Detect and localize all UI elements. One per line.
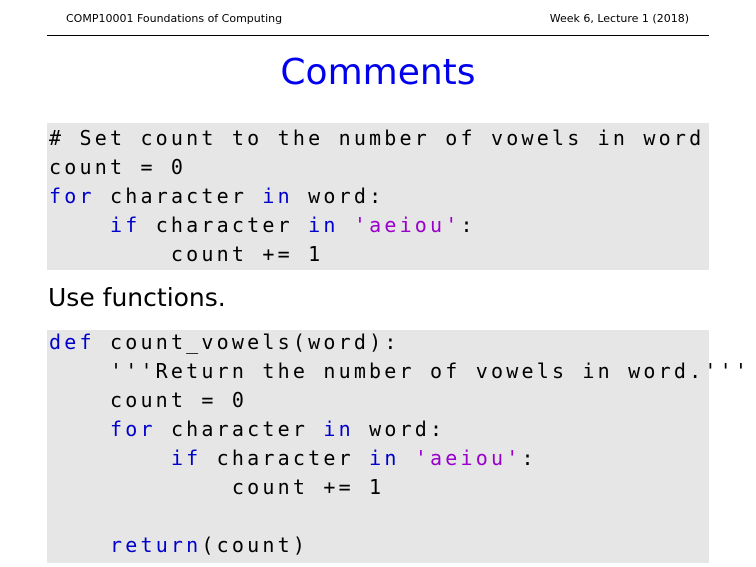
code-text: (count) xyxy=(201,533,309,557)
code-block-comments: # Set count to the number of vowels in w… xyxy=(47,123,709,270)
code-text: : xyxy=(521,446,537,470)
code-line: count += 1 xyxy=(49,473,384,502)
code-string: 'aeiou' xyxy=(353,213,461,237)
code-keyword: in xyxy=(262,184,293,208)
course-name: COMP10001 Foundations of Computing xyxy=(66,12,283,25)
code-line: # Set count to the number of vowels in w… xyxy=(49,124,704,153)
code-line: if character in 'aeiou': xyxy=(49,444,537,473)
header-divider xyxy=(47,35,709,36)
code-keyword: for xyxy=(49,184,95,208)
code-text: '''Return the number of vowels in word.'… xyxy=(49,359,751,383)
code-text: count += 1 xyxy=(49,242,324,266)
code-text: : xyxy=(460,213,476,237)
code-text: character xyxy=(140,213,309,237)
code-line: count = 0 xyxy=(49,153,186,182)
code-text: count_vowels(word): xyxy=(94,330,400,354)
code-keyword: def xyxy=(49,330,95,354)
code-block-function: def count_vowels(word): '''Return the nu… xyxy=(47,328,747,563)
code-line: count = 0 xyxy=(49,386,247,415)
code-line: '''Return the number of vowels in word.'… xyxy=(49,357,750,386)
code-line: for character in word: xyxy=(49,182,384,211)
code-text: count += 1 xyxy=(49,475,385,499)
code-keyword: for xyxy=(109,417,156,441)
code-text: character xyxy=(201,446,370,470)
body-text: Use functions. xyxy=(48,283,226,312)
code-line: for character in word: xyxy=(49,415,445,444)
code-keyword: if xyxy=(109,213,141,237)
lecture-info: Week 6, Lecture 1 (2018) xyxy=(549,12,689,25)
code-text: character xyxy=(94,184,263,208)
code-keyword: in xyxy=(308,213,339,237)
code-line: if character in 'aeiou': xyxy=(49,211,476,240)
code-text: character xyxy=(155,417,324,441)
code-line: def count_vowels(word): xyxy=(49,328,400,357)
code-keyword: in xyxy=(369,446,400,470)
code-text: word: xyxy=(292,184,385,208)
code-text: word: xyxy=(353,417,446,441)
slide-title: Comments xyxy=(280,52,476,93)
code-string: 'aeiou' xyxy=(414,446,522,470)
code-keyword: in xyxy=(323,417,354,441)
code-keyword: if xyxy=(170,446,202,470)
code-line: count += 1 xyxy=(49,240,323,269)
code-text: count = 0 xyxy=(49,155,187,179)
code-line: return(count) xyxy=(49,531,308,560)
code-text: count = 0 xyxy=(49,388,248,412)
code-text: # Set count to the number of vowels in w… xyxy=(49,126,705,150)
code-keyword: return xyxy=(109,533,202,557)
